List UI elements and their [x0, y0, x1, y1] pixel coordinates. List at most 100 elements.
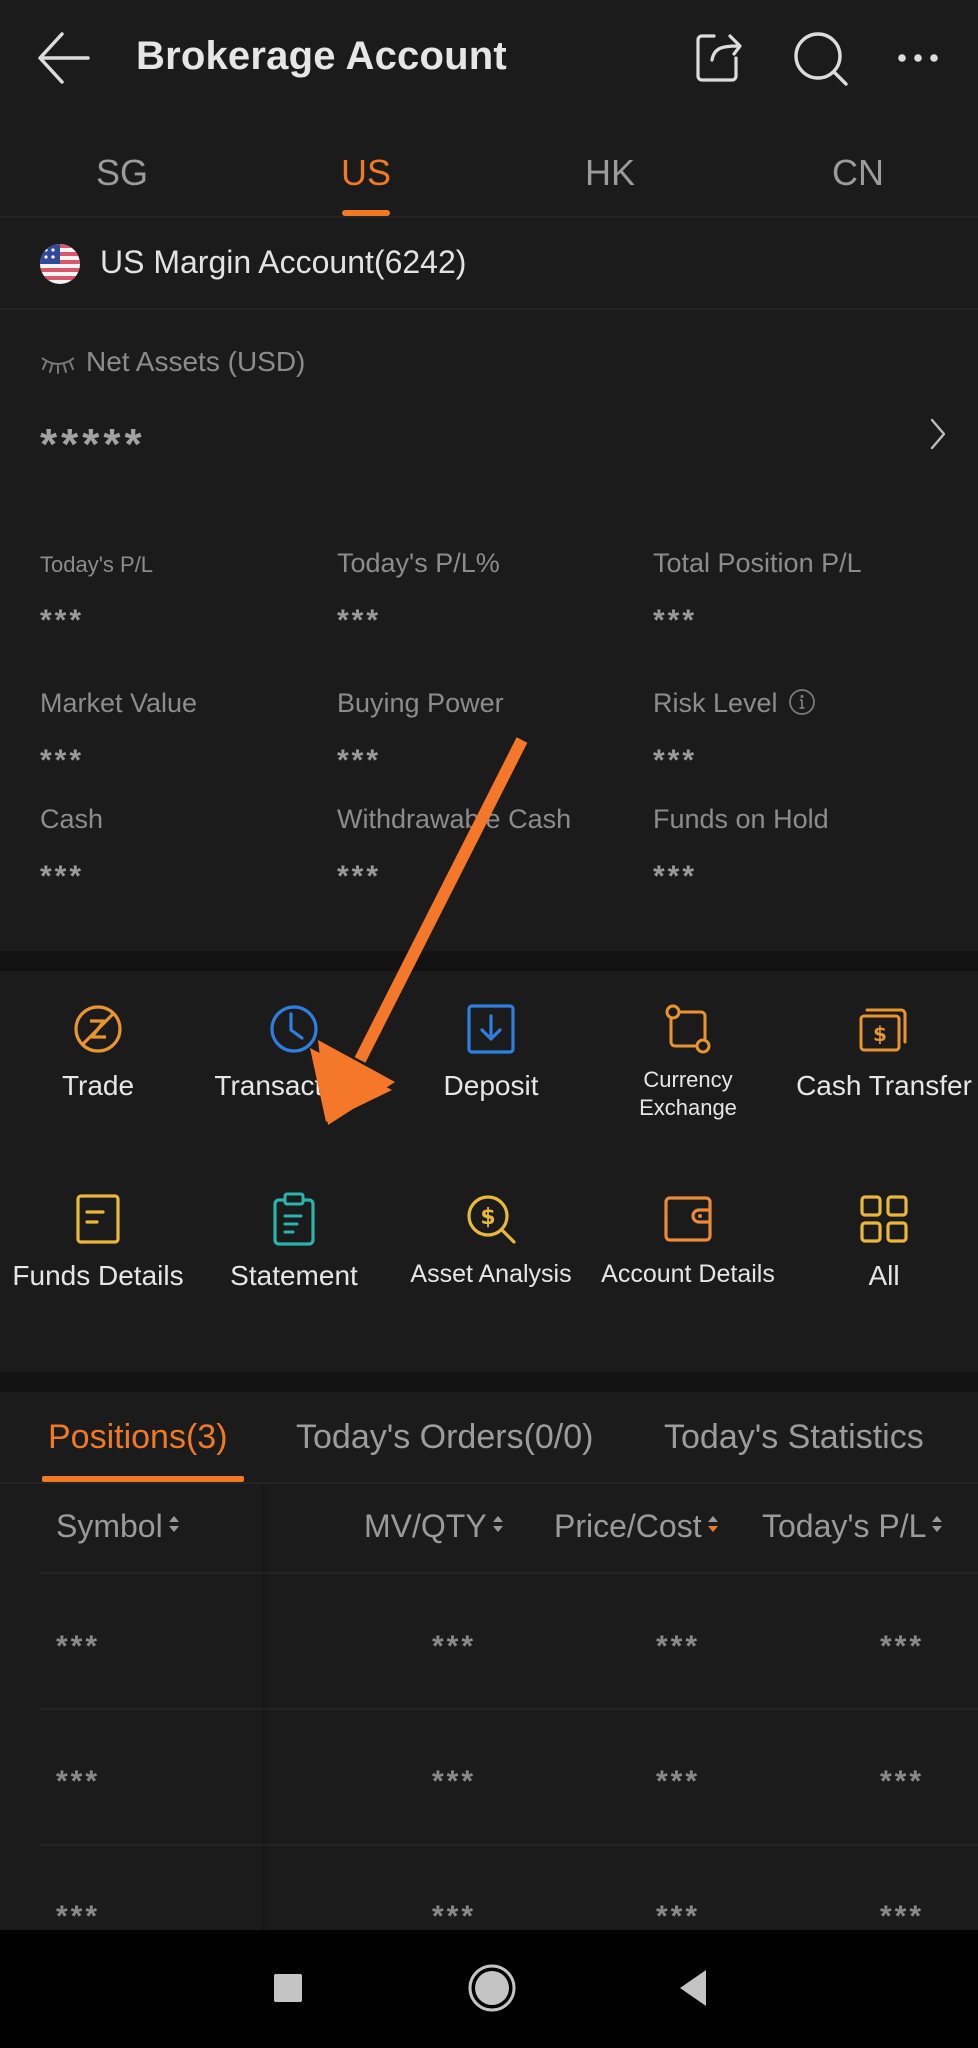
shortcut-label: Deposit [443, 1070, 539, 1101]
recents-button[interactable] [260, 1960, 316, 2016]
square-icon [274, 1974, 302, 2002]
column-header-label: Today's P/L [762, 1508, 927, 1544]
chevron-right-icon[interactable] [926, 416, 950, 452]
sort-descending-icon [707, 1516, 718, 1532]
account-selector[interactable]: US Margin Account(6242) [0, 218, 978, 308]
eye-closed-icon[interactable] [40, 354, 76, 374]
column-header-price-cost[interactable]: Price/Cost [554, 1508, 720, 1545]
trade-icon [74, 1005, 122, 1053]
cell-mv-qty: *** [432, 1900, 477, 1933]
metric-value-withdrawable-cash: *** [337, 860, 382, 893]
shortcut-label: Funds Details [12, 1260, 184, 1291]
shortcut-cash-transfer[interactable]: $ Cash Transfer [786, 1002, 978, 1102]
net-assets-value: ***** [40, 420, 146, 469]
shortcut-label: Currency Exchange [639, 1067, 737, 1120]
shortcut-account-details[interactable]: Account Details [590, 1192, 786, 1289]
cell-price-cost: *** [656, 1630, 701, 1663]
tab-hk[interactable]: HK [560, 152, 660, 194]
shortcut-label: Asset Analysis [410, 1260, 572, 1288]
us-flag-icon [40, 244, 80, 284]
metric-value-todays-pl-percent: *** [337, 604, 382, 637]
account-name: US Margin Account(6242) [100, 244, 467, 280]
back-arrow-icon [38, 32, 90, 84]
shortcut-funds-details[interactable]: Funds Details [0, 1192, 196, 1292]
triangle-back-icon [680, 1970, 706, 2006]
info-icon[interactable] [788, 688, 816, 716]
page-title: Brokerage Account [136, 34, 507, 78]
metric-label-total-position-pl: Total Position P/L [653, 548, 862, 578]
asset-analysis-icon: $ [467, 1195, 516, 1244]
grid-icon [860, 1195, 908, 1243]
metric-value-risk-level: *** [653, 744, 698, 777]
tab-cn[interactable]: CN [808, 152, 908, 194]
metric-label-todays-pl-percent: Today's P/L% [337, 548, 500, 578]
section-divider [0, 1372, 978, 1392]
column-header-symbol[interactable]: Symbol [56, 1508, 181, 1545]
back-button[interactable] [36, 28, 92, 88]
share-button[interactable] [688, 28, 748, 88]
column-header-label: Symbol [56, 1508, 163, 1544]
metric-value-total-position-pl: *** [653, 604, 698, 637]
shortcut-label: All [868, 1260, 900, 1291]
app-header: Brokerage Account [0, 0, 978, 118]
cell-symbol: *** [56, 1900, 101, 1933]
cell-price-cost: *** [656, 1900, 701, 1933]
cell-todays-pl: *** [880, 1900, 925, 1933]
tab-todays-statistics[interactable]: Today's Statistics [664, 1418, 924, 1457]
sort-icon [932, 1516, 943, 1532]
metric-label-market-value: Market Value [40, 688, 198, 718]
search-button[interactable] [790, 28, 850, 88]
metric-value-cash: *** [40, 860, 85, 893]
column-header-label: MV/QTY [364, 1508, 487, 1544]
net-assets-label: Net Assets (USD) [86, 346, 306, 377]
tab-positions[interactable]: Positions(3) [48, 1418, 228, 1457]
metric-value-market-value: *** [40, 744, 85, 777]
currency-exchange-icon [665, 1004, 711, 1054]
wallet-icon [664, 1196, 712, 1242]
cell-symbol: *** [56, 1765, 101, 1798]
metric-label-buying-power: Buying Power [337, 688, 504, 718]
risk-level-group: Risk Level [653, 688, 816, 719]
column-header-label: Price/Cost [554, 1508, 702, 1544]
shortcut-currency-exchange[interactable]: Currency Exchange [590, 1002, 786, 1122]
tab-us[interactable]: US [316, 152, 416, 194]
system-nav-bar [0, 1930, 978, 2048]
more-button[interactable] [890, 28, 950, 88]
statement-icon [273, 1192, 315, 1246]
tab-sg[interactable]: SG [72, 152, 172, 194]
tab-todays-orders[interactable]: Today's Orders(0/0) [296, 1418, 593, 1457]
cash-transfer-icon: $ [859, 1008, 907, 1052]
shortcut-all[interactable]: All [786, 1192, 978, 1292]
metric-label-todays-pl: Today's P/L [40, 552, 154, 577]
cell-mv-qty: *** [432, 1630, 477, 1663]
cell-price-cost: *** [656, 1765, 701, 1798]
metric-label-cash: Cash [40, 804, 104, 834]
shortcut-deposit[interactable]: Deposit [393, 1002, 589, 1102]
net-assets-panel[interactable]: Net Assets (USD) ***** [0, 310, 978, 510]
more-icon [898, 54, 938, 62]
metric-value-buying-power: *** [337, 744, 382, 777]
shortcut-asset-analysis[interactable]: $ Asset Analysis [393, 1192, 589, 1289]
shortcut-transactions[interactable]: Transactions [196, 1002, 392, 1102]
shortcut-trade[interactable]: Trade [0, 1002, 196, 1102]
svg-text:$: $ [480, 1205, 495, 1230]
frozen-column-shadow [262, 1484, 270, 1930]
clock-icon [270, 1005, 318, 1053]
divider [0, 1482, 978, 1484]
metric-value-funds-on-hold: *** [653, 860, 698, 893]
svg-text:$: $ [873, 1022, 887, 1046]
column-header-mv-qty[interactable]: MV/QTY [364, 1508, 505, 1545]
back-nav-button[interactable] [666, 1960, 722, 2016]
cell-symbol: *** [56, 1630, 101, 1663]
metric-label-withdrawable-cash: Withdrawable Cash [337, 804, 572, 834]
shortcut-statement[interactable]: Statement [196, 1192, 392, 1292]
column-header-todays-pl[interactable]: Today's P/L [762, 1508, 944, 1545]
cell-mv-qty: *** [432, 1765, 477, 1798]
shortcut-label: Transactions [214, 1070, 374, 1101]
deposit-icon [467, 1004, 515, 1054]
shortcut-label: Account Details [601, 1260, 775, 1288]
metric-label-funds-on-hold: Funds on Hold [653, 804, 829, 834]
cell-todays-pl: *** [880, 1630, 925, 1663]
home-button[interactable] [464, 1960, 520, 2016]
shortcut-label: Cash Transfer [796, 1070, 972, 1101]
